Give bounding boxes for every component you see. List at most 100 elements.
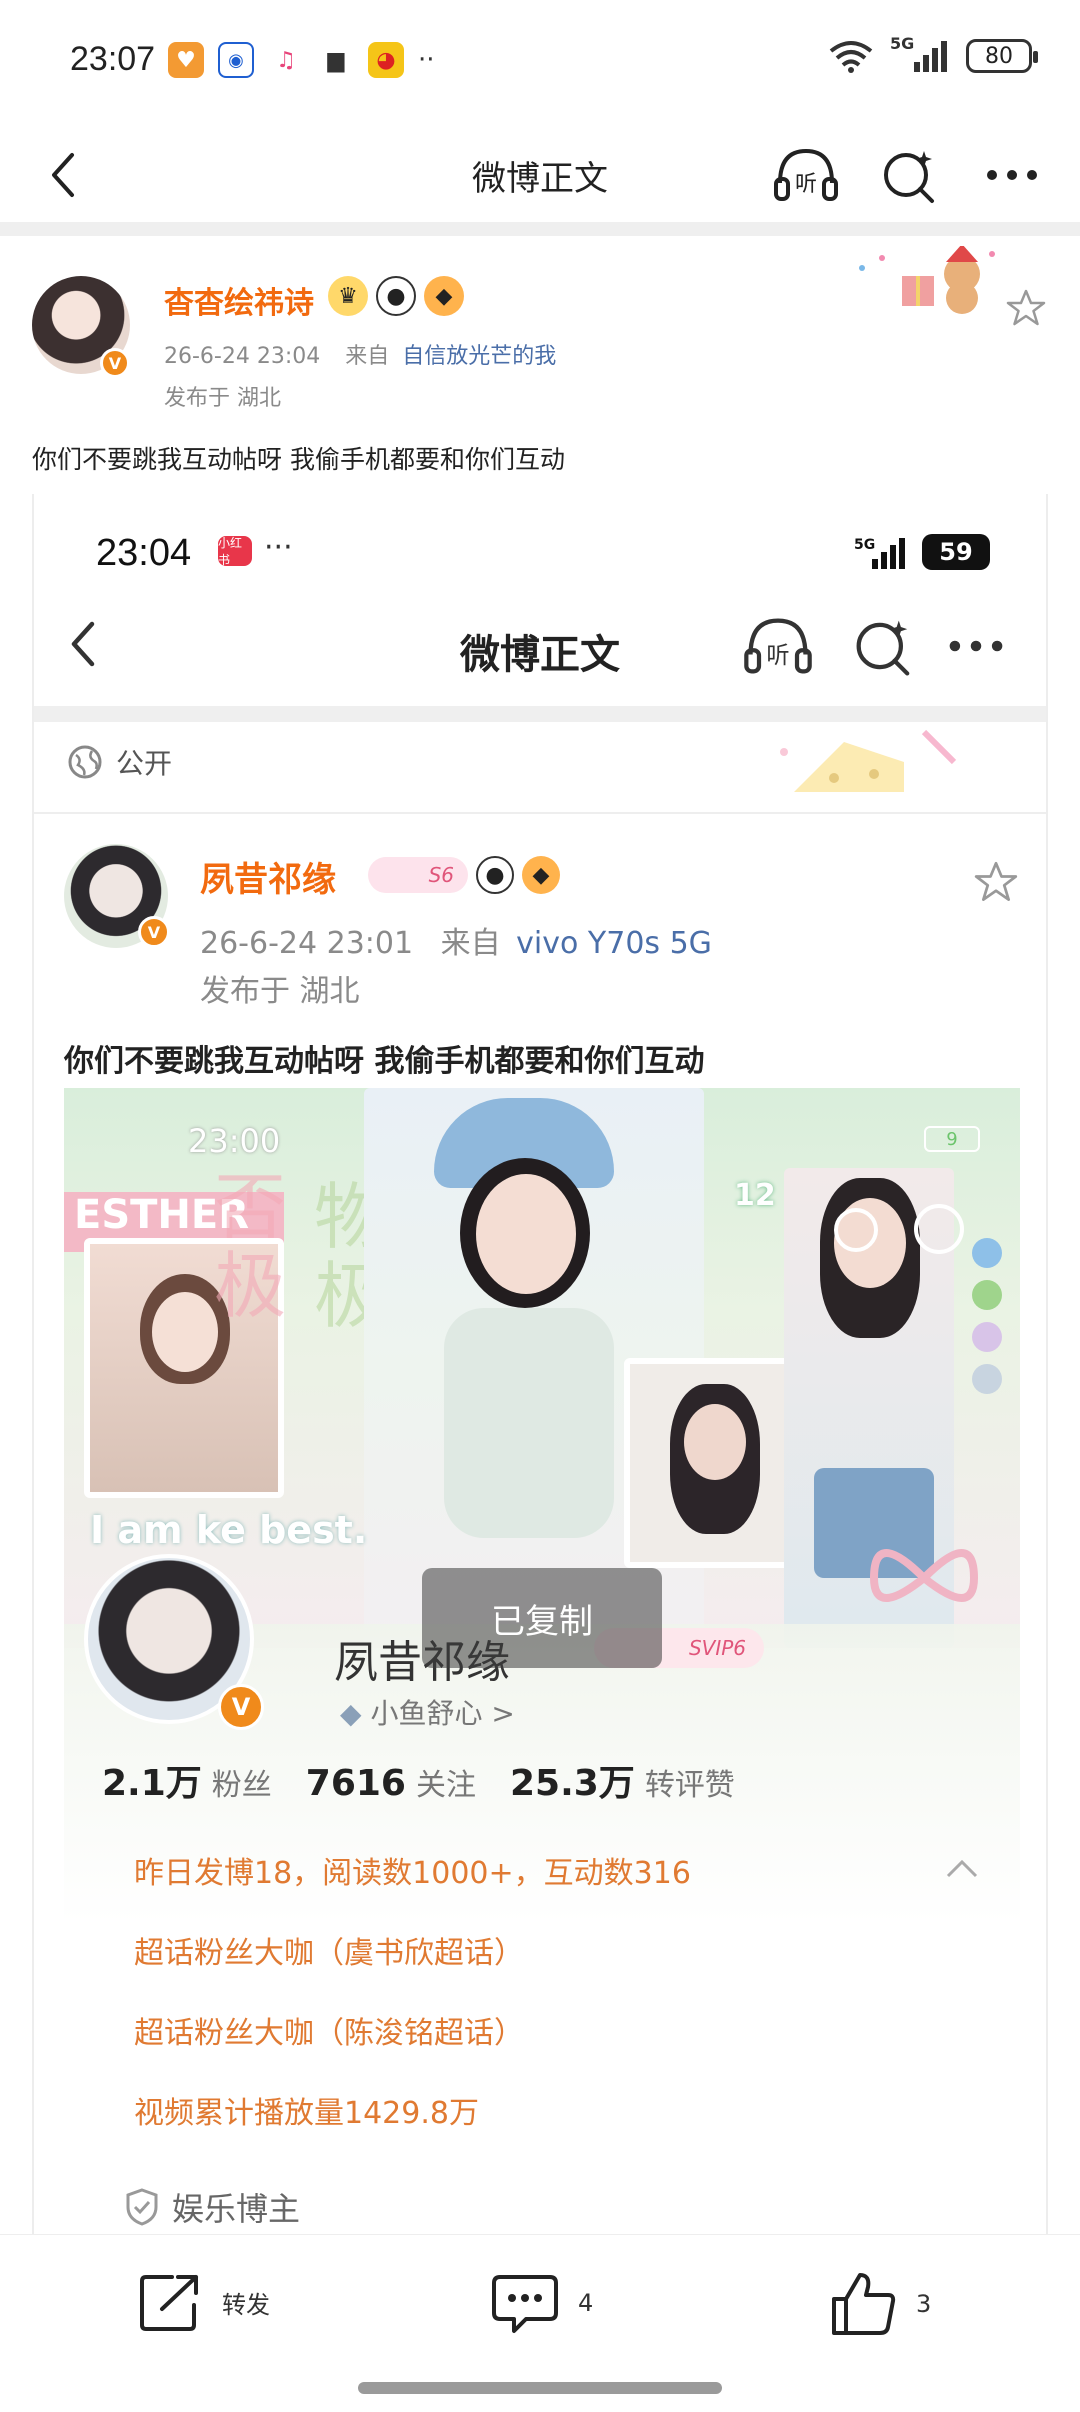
- home-indicator[interactable]: [358, 2382, 722, 2394]
- post-date: 26-6-24 23:04: [164, 344, 321, 369]
- info-line-4: 视频累计播放量1429.8万: [134, 2096, 479, 2131]
- embedded-status-time: 23:04: [96, 532, 192, 574]
- repost-label: 转发: [222, 2290, 270, 2319]
- user-badges: ♛ ● ◆: [328, 276, 464, 316]
- status-bar: 23:07 ♥ ◉ ♫ ▆ ◕ ·· 5G 80: [0, 0, 1080, 125]
- battery-icon: 80: [966, 39, 1038, 73]
- wifi-icon: [829, 41, 873, 73]
- copied-toast: 已复制: [422, 1568, 662, 1668]
- embedded-divider: [34, 706, 1046, 722]
- info-line-2: 超话粉丝大咖（虞书欣超话）: [134, 1936, 524, 1971]
- more-menu-icon[interactable]: [976, 143, 1048, 207]
- info-line-3: 超话粉丝大咖（陈浚铭超话）: [134, 2016, 524, 2051]
- embedded-status-right: 5G 59: [854, 534, 990, 570]
- shield-icon: [126, 2188, 158, 2226]
- embedded-star-icon: [974, 861, 1018, 901]
- embedded-profile-verified-icon: V: [218, 1684, 264, 1730]
- embedded-fish-icon: ◆: [522, 856, 560, 894]
- embedded-listen-icon: 听: [744, 618, 812, 674]
- photo-color-dots: [972, 1238, 1002, 1394]
- photo-caption-text: I am ke best.: [90, 1508, 368, 1552]
- status-app-icons: ♥ ◉ ♫ ▆ ◕ ··: [168, 42, 435, 78]
- verified-badge-icon: V: [100, 348, 130, 378]
- fish-badge-icon[interactable]: ◆: [424, 276, 464, 316]
- embedded-line: [34, 812, 1046, 814]
- embedded-panda-icon: ●: [476, 856, 514, 894]
- favorite-star-icon[interactable]: [1006, 288, 1046, 328]
- post-username[interactable]: 杳杳绘祎诗: [164, 278, 314, 322]
- like-count: 3: [916, 2290, 932, 2318]
- heart-app-icon: ♥: [168, 42, 204, 78]
- section-divider: [0, 222, 1080, 236]
- embedded-search-icon: [856, 620, 910, 676]
- post-meta: 26-6-24 23:04 来自 自信放光芒的我: [164, 338, 556, 370]
- svg-text:听: 听: [766, 642, 789, 669]
- christmas-decoration-icon: [859, 246, 995, 314]
- chevron-up-icon: [946, 1859, 978, 1878]
- action-bar: 转发 4 3: [0, 2234, 1080, 2370]
- brush-app-icon: ▆: [318, 42, 354, 78]
- globe-icon: [68, 745, 102, 779]
- photo-search-icon: [834, 1208, 878, 1252]
- repost-icon: [140, 2275, 198, 2331]
- weibo-app-icon: ◕: [368, 42, 404, 78]
- photo-battery: 9: [924, 1126, 980, 1152]
- embedded-location: 发布于 湖北: [200, 974, 360, 1009]
- embedded-verified-icon: V: [138, 916, 170, 948]
- embedded-app-icon: 小红书: [218, 536, 252, 567]
- post-location: 发布于 湖北: [164, 386, 281, 411]
- more-notifications-icon: ··: [418, 45, 435, 75]
- embedded-signal-icon: 5G: [854, 537, 905, 569]
- location-app-icon: ◉: [218, 42, 254, 78]
- visibility-label: 公开: [116, 747, 173, 780]
- comment-icon: [492, 2275, 558, 2333]
- post-body-text: 你们不要跳我互动帖呀 我偷手机都要和你们互动: [32, 445, 565, 474]
- post-source[interactable]: 自信放光芒的我: [402, 344, 556, 369]
- photo-bow-icon: [869, 1549, 979, 1602]
- embedded-badges: S6 ● ◆: [368, 856, 560, 894]
- stat-fans: 2.1万 粉丝: [102, 1763, 272, 1804]
- embedded-body-text: 你们不要跳我互动帖呀 我偷手机都要和你们互动: [64, 1044, 705, 1079]
- nav-bar: 微博正文 听: [0, 125, 1080, 225]
- role-label: 娱乐博主: [172, 2190, 301, 2228]
- embedded-status-dots: ···: [264, 530, 293, 565]
- listen-headphone-icon[interactable]: 听: [770, 143, 842, 207]
- level-badge: S6: [368, 857, 468, 893]
- stat-interactions: 25.3万 转评赞: [509, 1763, 735, 1804]
- embedded-meta: 26-6-24 23:01 来自 vivo Y70s 5G: [200, 918, 712, 962]
- embedded-more-icon: [949, 640, 1003, 652]
- music-app-icon: ♫: [268, 42, 304, 78]
- embedded-fish-link: ◆ 小鱼舒心 >: [340, 1692, 515, 1732]
- photo-small-frame: [624, 1358, 794, 1568]
- signal-icon: 5G: [890, 34, 950, 74]
- photo-number: 12: [734, 1178, 776, 1213]
- comment-button[interactable]: 4: [490, 2271, 593, 2335]
- network-type: 5G: [890, 34, 915, 53]
- embedded-battery-icon: 59: [922, 534, 990, 570]
- embedded-source-prefix: 来自: [440, 926, 501, 961]
- embedded-role: 娱乐博主: [124, 2184, 300, 2230]
- post-image[interactable]: 23:04 小红书 ··· 5G 59 微博正文 听 公开 V 夙昔祁缘 S6 …: [32, 494, 1048, 2234]
- status-right: 5G 80: [828, 34, 1038, 74]
- search-sparkle-icon[interactable]: [874, 143, 946, 207]
- embedded-visibility: 公开: [66, 742, 172, 782]
- thumbs-up-icon: [832, 2273, 896, 2335]
- stat-following: 7616 关注: [305, 1763, 476, 1804]
- embedded-stats: 2.1万 粉丝 7616 关注 25.3万 转评赞: [102, 1754, 735, 1806]
- fish-link-label: 小鱼舒心 >: [370, 1697, 515, 1730]
- post-header: V 杳杳绘祎诗 ♛ ● ◆ 26-6-24 23:04 来自 自信放光芒的我 发…: [0, 236, 1080, 436]
- info-line-1: 昨日发博18，阅读数1000+，互动数316: [134, 1856, 691, 1891]
- photo-gear-icon: [914, 1204, 964, 1254]
- embedded-source: vivo Y70s 5G: [516, 926, 712, 961]
- embedded-date: 26-6-24 23:01: [200, 926, 414, 961]
- comment-count: 4: [578, 2289, 594, 2317]
- status-time: 23:07: [70, 40, 156, 78]
- crown-badge-icon[interactable]: ♛: [328, 276, 368, 316]
- embedded-username: 夙昔祁缘: [200, 860, 336, 900]
- panda-badge-icon[interactable]: ●: [376, 276, 416, 316]
- svg-text:听: 听: [795, 172, 817, 197]
- photo-status-time: 23:00: [188, 1122, 281, 1160]
- like-button[interactable]: 3: [830, 2271, 931, 2337]
- fish-icon: ◆: [340, 1697, 362, 1730]
- repost-button[interactable]: 转发: [138, 2271, 270, 2333]
